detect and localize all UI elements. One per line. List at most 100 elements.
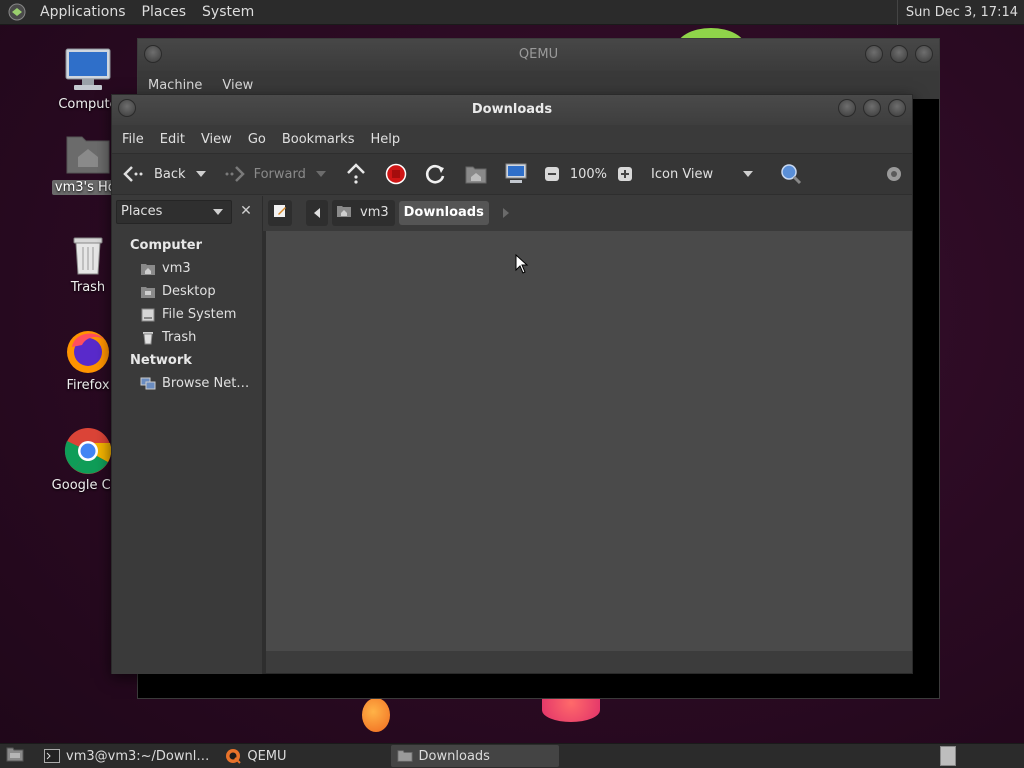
mouse-pointer-icon — [515, 253, 529, 278]
view-mode-label: Icon View — [651, 166, 714, 182]
sidebar: Places ✕ Computer vm3 Desktop File Syste… — [112, 196, 263, 674]
show-desktop-button[interactable] — [2, 745, 28, 767]
activity-spinner — [878, 158, 910, 190]
top-panel: Applications Places System Sun Dec 3, 17… — [0, 0, 1024, 25]
sidebar-selector-label: Places — [121, 204, 163, 219]
chevron-down-icon — [743, 171, 754, 177]
qemu-minimize-button[interactable] — [865, 45, 883, 63]
filesystem-icon — [140, 307, 156, 323]
computer-button[interactable] — [500, 158, 532, 190]
home-icon — [336, 204, 352, 222]
sidebar-close-button[interactable]: ✕ — [237, 202, 255, 220]
back-history-dropdown[interactable] — [195, 171, 206, 177]
path-bar: vm3 Downloads — [264, 196, 912, 230]
chevron-down-icon — [213, 209, 223, 215]
search-icon — [779, 162, 803, 186]
arrow-right-icon — [222, 162, 246, 186]
files-close-button[interactable] — [888, 99, 906, 117]
back-label: Back — [154, 166, 186, 182]
workspace-icon — [940, 746, 956, 766]
chevron-right-icon[interactable] — [502, 208, 509, 218]
qemu-menu-machine[interactable]: Machine — [138, 78, 212, 93]
menu-bookmarks[interactable]: Bookmarks — [274, 132, 363, 147]
forward-button[interactable]: Forward — [218, 158, 310, 190]
wallpaper-ball-orange — [362, 698, 390, 732]
sidebar-selector[interactable]: Places — [116, 200, 232, 224]
files-minimize-button[interactable] — [838, 99, 856, 117]
back-button[interactable]: Back — [118, 158, 190, 190]
trash-icon — [140, 330, 156, 346]
network-icon — [140, 376, 156, 392]
zoom-out-button[interactable] — [536, 158, 568, 190]
view-mode-select[interactable]: Icon View — [647, 158, 759, 190]
status-bar — [266, 651, 912, 673]
qemu-maximize-button[interactable] — [890, 45, 908, 63]
wallpaper-ball-pink — [542, 698, 600, 722]
taskbar-item-downloads[interactable]: Downloads — [390, 745, 559, 767]
files-maximize-button[interactable] — [863, 99, 881, 117]
sidebar-item-browse-network[interactable]: Browse Net… — [112, 372, 263, 395]
arrow-up-icon — [344, 162, 368, 186]
show-desktop-icon — [6, 746, 24, 766]
workspace-switcher[interactable] — [940, 745, 956, 767]
stop-icon — [384, 162, 408, 186]
forward-label: Forward — [253, 166, 306, 182]
qemu-titlebar[interactable]: QEMU — [138, 39, 939, 71]
files-titlebar[interactable]: Downloads — [112, 95, 912, 125]
computer-icon — [40, 45, 136, 95]
files-toolbar: Back Forward 100% Icon View — [112, 153, 912, 195]
search-button[interactable] — [775, 158, 807, 190]
sidebar-item-vm3[interactable]: vm3 — [112, 257, 263, 280]
crumb-downloads[interactable]: Downloads — [398, 201, 489, 225]
reload-icon — [424, 162, 448, 186]
files-window-menu-button[interactable] — [118, 99, 136, 117]
taskbar-item-terminal[interactable]: vm3@vm3:~/Downl… — [38, 745, 215, 767]
system-menu[interactable]: System — [194, 0, 262, 25]
arrow-left-icon — [122, 162, 146, 186]
applications-menu[interactable]: Applications — [32, 0, 134, 25]
forward-history-dropdown[interactable] — [315, 171, 326, 177]
files-menubar: File Edit View Go Bookmarks Help — [112, 125, 912, 153]
zoom-in-icon — [613, 162, 637, 186]
zoom-level[interactable]: 100% — [568, 158, 609, 190]
qemu-close-button[interactable] — [915, 45, 933, 63]
sidebar-item-trash[interactable]: Trash — [112, 326, 263, 349]
files-title: Downloads — [471, 102, 553, 117]
menu-file[interactable]: File — [114, 132, 152, 147]
places-tree: Computer vm3 Desktop File System Trash N… — [112, 234, 263, 395]
stop-button[interactable] — [380, 158, 412, 190]
toggle-location-entry-button[interactable] — [268, 200, 292, 226]
up-button[interactable] — [340, 158, 372, 190]
crumb-vm3[interactable]: vm3 — [332, 200, 395, 226]
section-network: Network — [130, 353, 192, 368]
places-menu[interactable]: Places — [134, 0, 195, 25]
section-computer: Computer — [130, 238, 203, 253]
path-scroll-left-button[interactable] — [306, 200, 328, 226]
folder-icon — [396, 748, 413, 764]
distro-logo-icon[interactable] — [6, 1, 28, 23]
file-manager-window: Downloads File Edit View Go Bookmarks He… — [111, 94, 913, 674]
desktop-folder-icon — [140, 284, 156, 300]
menu-view[interactable]: View — [193, 132, 240, 147]
menu-edit[interactable]: Edit — [152, 132, 193, 147]
qemu-title: QEMU — [518, 47, 559, 62]
taskbar-item-qemu[interactable]: QEMU — [219, 745, 292, 767]
home-button[interactable] — [460, 158, 492, 190]
zoom-in-button[interactable] — [609, 158, 641, 190]
bottom-panel: vm3@vm3:~/Downl… QEMU Downloads — [0, 743, 1024, 768]
reload-button[interactable] — [420, 158, 452, 190]
menu-go[interactable]: Go — [240, 132, 274, 147]
terminal-icon — [44, 748, 60, 764]
zoom-out-icon — [540, 162, 564, 186]
home-icon — [140, 261, 156, 277]
file-view-area[interactable] — [266, 231, 912, 651]
sidebar-item-desktop[interactable]: Desktop — [112, 280, 263, 303]
spinner-icon — [882, 162, 906, 186]
clock[interactable]: Sun Dec 3, 17:14 — [896, 0, 1018, 25]
sidebar-item-filesystem[interactable]: File System — [112, 303, 263, 326]
computer-icon — [504, 162, 528, 186]
menu-help[interactable]: Help — [362, 132, 408, 147]
edit-icon — [272, 203, 288, 223]
qemu-window-menu-button[interactable] — [144, 45, 162, 63]
qemu-menu-view[interactable]: View — [212, 78, 263, 93]
